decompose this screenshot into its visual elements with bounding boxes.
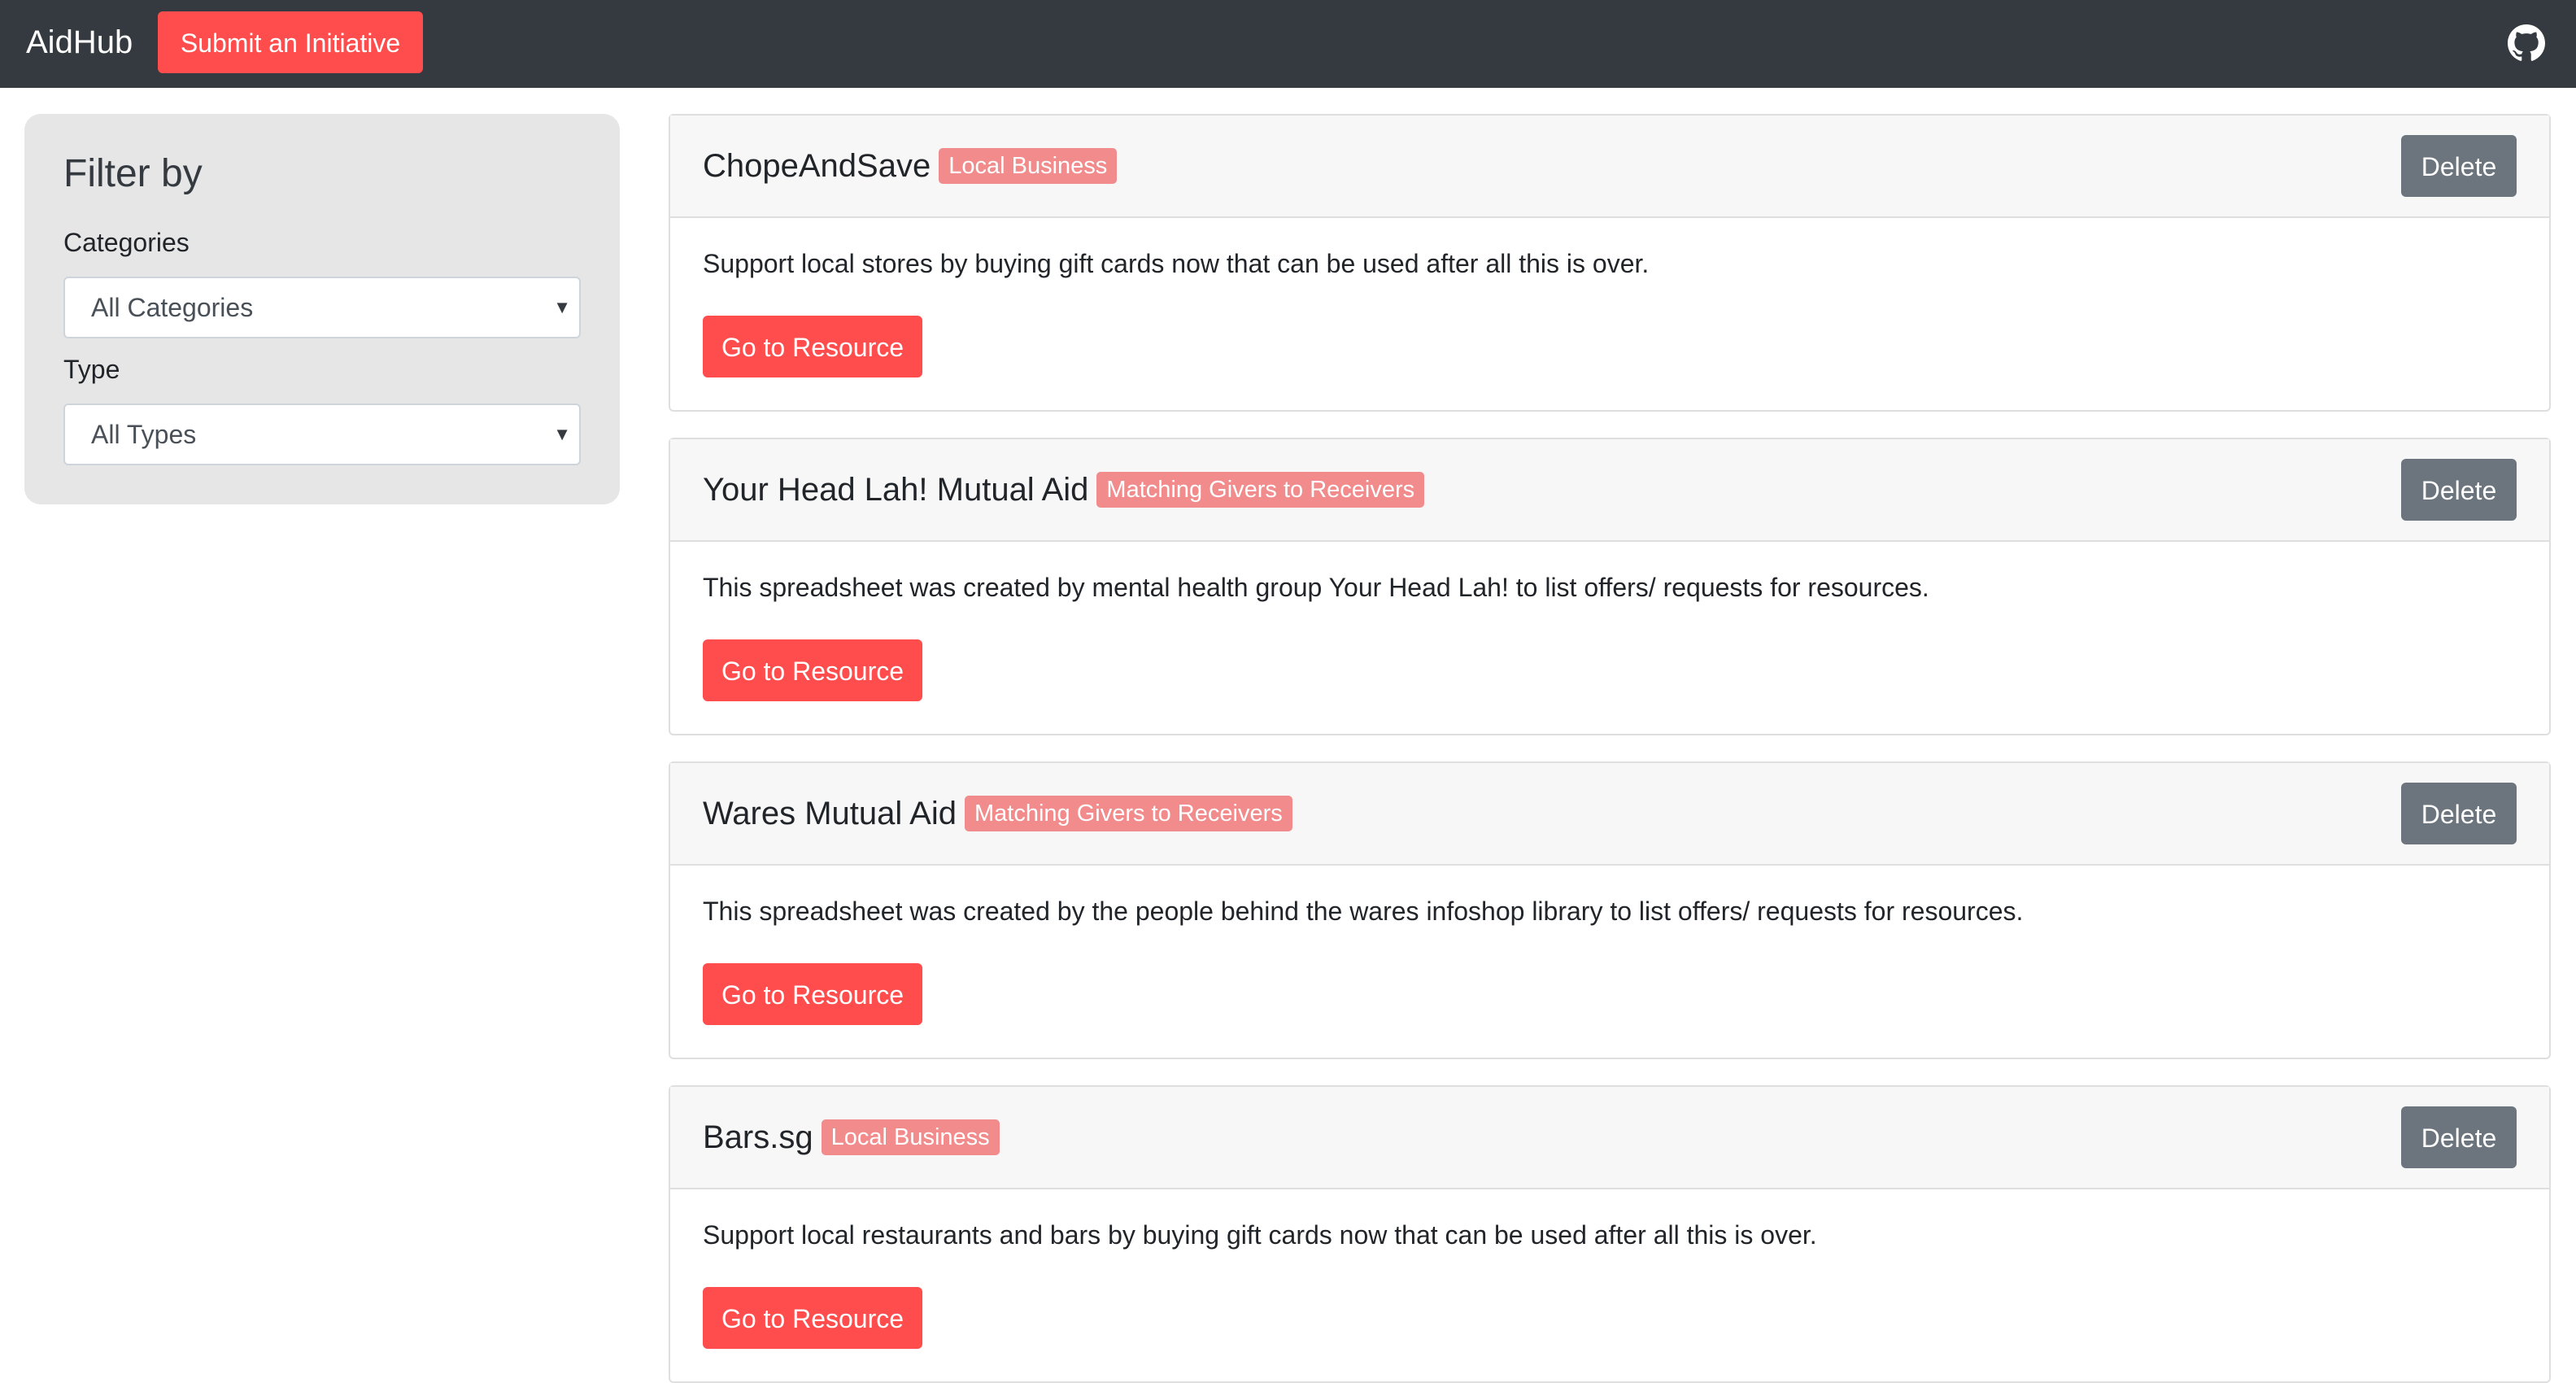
submit-initiative-button[interactable]: Submit an Initiative bbox=[158, 11, 423, 73]
delete-button[interactable]: Delete bbox=[2401, 783, 2517, 844]
delete-button[interactable]: Delete bbox=[2401, 459, 2517, 521]
go-to-resource-button[interactable]: Go to Resource bbox=[703, 316, 922, 377]
initiative-card: ChopeAndSave Local Business Delete Suppo… bbox=[669, 114, 2551, 412]
go-to-resource-button[interactable]: Go to Resource bbox=[703, 639, 922, 701]
category-badge: Matching Givers to Receivers bbox=[1096, 472, 1425, 508]
type-label: Type bbox=[63, 355, 120, 384]
delete-button[interactable]: Delete bbox=[2401, 1106, 2517, 1168]
card-description: Support local restaurants and bars by bu… bbox=[703, 1220, 1817, 1250]
brand-logo[interactable]: AidHub bbox=[26, 20, 133, 65]
card-title: Bars.sg Local Business bbox=[703, 1118, 1000, 1157]
delete-button[interactable]: Delete bbox=[2401, 135, 2517, 197]
category-badge: Local Business bbox=[821, 1119, 1000, 1155]
categories-select-value: All Categories bbox=[91, 293, 254, 322]
card-header: Wares Mutual Aid Matching Givers to Rece… bbox=[670, 763, 2549, 866]
type-select[interactable]: All Types ▼ bbox=[63, 404, 581, 465]
card-title-text: Wares Mutual Aid bbox=[703, 796, 957, 831]
card-title: ChopeAndSave Local Business bbox=[703, 146, 1118, 185]
card-description: This spreadsheet was created by mental h… bbox=[703, 573, 1929, 602]
initiative-card: Wares Mutual Aid Matching Givers to Rece… bbox=[669, 761, 2551, 1059]
card-header: Your Head Lah! Mutual Aid Matching Giver… bbox=[670, 439, 2549, 542]
card-title-text: Your Head Lah! Mutual Aid bbox=[703, 472, 1089, 508]
filter-panel: Filter by Categories All Categories ▼ Ty… bbox=[24, 114, 620, 504]
category-badge: Matching Givers to Receivers bbox=[964, 796, 1292, 831]
initiative-card: Your Head Lah! Mutual Aid Matching Giver… bbox=[669, 438, 2551, 735]
categories-label: Categories bbox=[63, 228, 190, 257]
github-icon[interactable] bbox=[2508, 24, 2545, 62]
caret-down-icon: ▼ bbox=[553, 297, 571, 317]
card-header: ChopeAndSave Local Business Delete bbox=[670, 116, 2549, 218]
card-header: Bars.sg Local Business Delete bbox=[670, 1087, 2549, 1189]
category-badge: Local Business bbox=[939, 148, 1118, 184]
card-title: Your Head Lah! Mutual Aid Matching Giver… bbox=[703, 470, 1425, 509]
filter-title: Filter by bbox=[63, 152, 203, 195]
caret-down-icon: ▼ bbox=[553, 424, 571, 444]
card-title-text: Bars.sg bbox=[703, 1119, 813, 1155]
go-to-resource-button[interactable]: Go to Resource bbox=[703, 1287, 922, 1349]
card-title-text: ChopeAndSave bbox=[703, 148, 931, 184]
initiative-card: Bars.sg Local Business Delete Support lo… bbox=[669, 1085, 2551, 1383]
card-title: Wares Mutual Aid Matching Givers to Rece… bbox=[703, 794, 1292, 833]
categories-select[interactable]: All Categories ▼ bbox=[63, 277, 581, 338]
go-to-resource-button[interactable]: Go to Resource bbox=[703, 963, 922, 1025]
type-select-value: All Types bbox=[91, 420, 197, 449]
card-description: This spreadsheet was created by the peop… bbox=[703, 897, 2024, 926]
card-description: Support local stores by buying gift card… bbox=[703, 249, 1650, 278]
top-navbar: AidHub Submit an Initiative bbox=[0, 0, 2576, 88]
